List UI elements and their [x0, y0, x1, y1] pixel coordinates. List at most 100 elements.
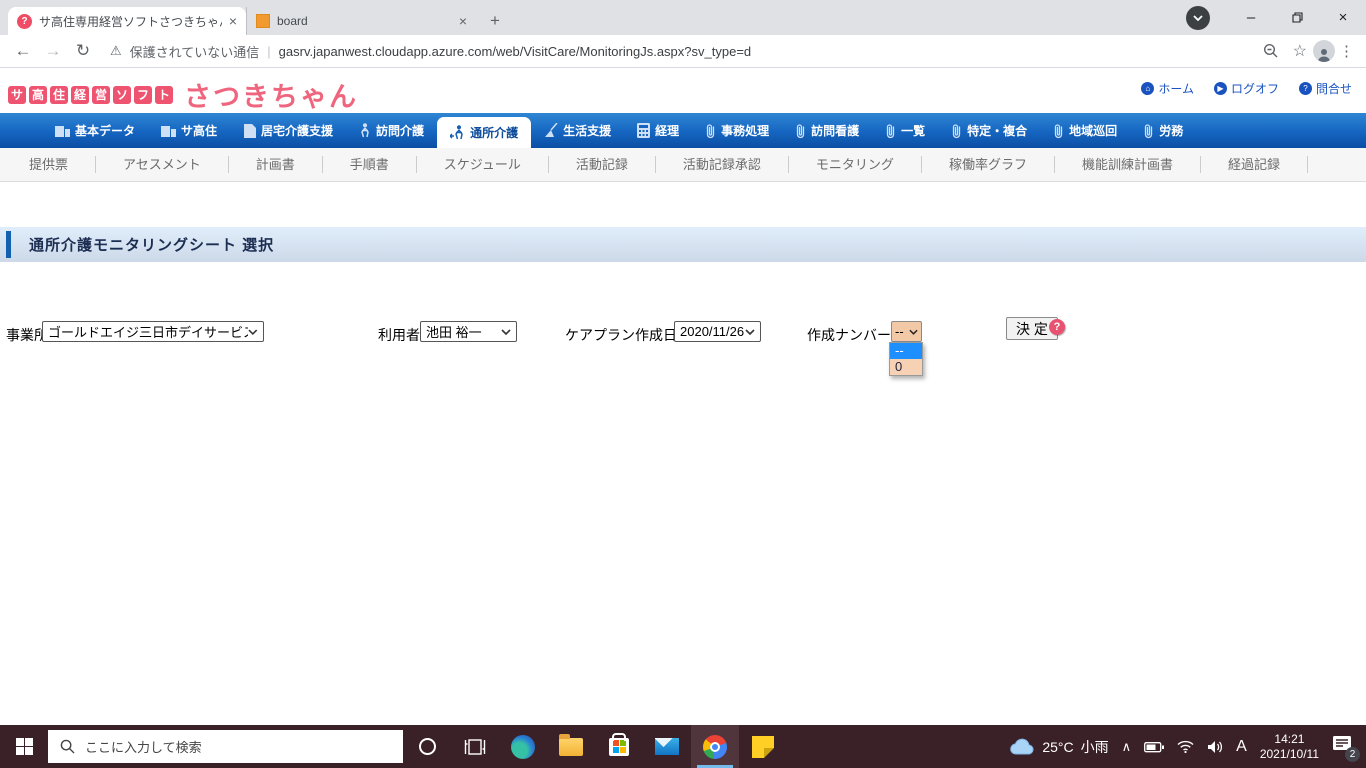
- notification-badge: 2: [1345, 747, 1360, 762]
- minimize-button[interactable]: –: [1228, 0, 1274, 35]
- paperclip-icon: [706, 123, 715, 138]
- subnav-monitoring[interactable]: モニタリング: [789, 156, 922, 173]
- not-secure-icon[interactable]: ⚠: [110, 43, 122, 59]
- inquiry-link[interactable]: ? 問合せ: [1298, 80, 1352, 97]
- subnav-teikyohyo[interactable]: 提供票: [2, 156, 97, 173]
- nav-item-day-care-active[interactable]: 通所介護: [437, 117, 532, 148]
- nav-item-labor[interactable]: 労務: [1130, 113, 1196, 148]
- logoff-link[interactable]: ▶ ログオフ: [1213, 80, 1279, 97]
- nav-item-basic-data[interactable]: 基本データ: [42, 113, 148, 148]
- logo-badge: 高: [29, 85, 47, 104]
- nav-item-accounting[interactable]: 経理: [624, 113, 692, 148]
- browser-tab-board[interactable]: board ×: [246, 7, 476, 35]
- subnav-katsudokiroku-shonin[interactable]: 活動記録承認: [656, 156, 789, 173]
- logo-text: さつきちゃん: [184, 82, 358, 112]
- main-navigation: 基本データ サ高住 居宅介護支援 訪問介護 通所介護 生活支援 経理 事務処理 …: [0, 113, 1366, 148]
- dropdown-option-dash[interactable]: --: [890, 343, 922, 359]
- volume-icon[interactable]: [1207, 740, 1223, 754]
- media-controls-button[interactable]: [1186, 5, 1210, 30]
- chevron-down-icon: [1193, 14, 1203, 21]
- reload-button[interactable]: ↻: [68, 41, 98, 61]
- number-select[interactable]: --: [891, 321, 922, 342]
- sticky-notes-button[interactable]: [739, 725, 787, 768]
- search-icon: [60, 739, 75, 754]
- tab-close-icon[interactable]: ×: [229, 13, 237, 29]
- taskbar-clock[interactable]: 14:21 2021/10/11: [1260, 732, 1319, 762]
- tab-close-icon[interactable]: ×: [459, 13, 467, 29]
- weather-widget[interactable]: 25°C 小雨: [1009, 737, 1109, 757]
- browser-tab-active[interactable]: ? サ高住専用経営ソフトさつきちゃん ×: [8, 7, 246, 35]
- url-text[interactable]: gasrv.japanwest.cloudapp.azure.com/web/V…: [279, 44, 751, 59]
- close-window-button[interactable]: ×: [1320, 0, 1366, 35]
- profile-avatar[interactable]: [1313, 40, 1335, 62]
- nav-item-specified-composite[interactable]: 特定・複合: [938, 113, 1040, 148]
- nav-item-life-support[interactable]: 生活支援: [531, 113, 624, 148]
- address-bar[interactable]: ⚠ 保護されていない通信 | gasrv.japanwest.cloudapp.…: [98, 41, 1313, 61]
- taskbar-search-input[interactable]: ここに入力して検索: [48, 730, 403, 763]
- subnav-keikakusho[interactable]: 計画書: [229, 156, 323, 173]
- chrome-icon: [703, 734, 727, 759]
- help-icon[interactable]: ?: [1049, 319, 1065, 335]
- nav-item-regional-patrol[interactable]: 地域巡回: [1040, 113, 1130, 148]
- subnav-katsudokiroku[interactable]: 活動記録: [549, 156, 656, 173]
- system-tray: 25°C 小雨 ∧ A 14:21 2021/10/11 2: [1009, 732, 1366, 762]
- zoom-out-icon[interactable]: [1263, 43, 1279, 59]
- cortana-button[interactable]: [403, 725, 451, 768]
- sub-navigation: 提供票 アセスメント 計画書 手順書 スケジュール 活動記録 活動記録承認 モニ…: [0, 148, 1366, 182]
- nav-item-sakoju[interactable]: サ高住: [148, 113, 230, 148]
- user-select[interactable]: 池田 裕一: [420, 321, 517, 342]
- file-explorer-button[interactable]: [547, 725, 595, 768]
- paperclip-icon: [886, 123, 895, 138]
- subnav-schedule[interactable]: スケジュール: [417, 156, 549, 173]
- bookmark-star-icon[interactable]: ☆: [1293, 41, 1307, 61]
- search-placeholder: ここに入力して検索: [85, 740, 202, 755]
- subnav-kadoritsu-graph[interactable]: 稼働率グラフ: [922, 156, 1055, 173]
- nav-item-visiting-care[interactable]: 訪問介護: [346, 113, 437, 148]
- logo-badge: 住: [50, 85, 68, 104]
- notification-center-button[interactable]: 2: [1332, 735, 1360, 762]
- show-hidden-icons-chevron[interactable]: ∧: [1122, 739, 1132, 755]
- microsoft-store-button[interactable]: [595, 725, 643, 768]
- browser-toolbar: ← → ↻ ⚠ 保護されていない通信 | gasrv.japanwest.clo…: [0, 35, 1366, 68]
- ime-indicator[interactable]: A: [1236, 738, 1247, 756]
- start-button[interactable]: [0, 725, 48, 768]
- nav-item-list[interactable]: 一覧: [872, 113, 938, 148]
- wifi-icon[interactable]: [1177, 740, 1194, 753]
- office-select[interactable]: ゴールドエイジ三日市デイサービス: [42, 321, 264, 342]
- folder-icon: [559, 733, 583, 756]
- window-controls: – ×: [1186, 0, 1366, 35]
- calculator-icon: [637, 123, 651, 138]
- mail-button[interactable]: [643, 725, 691, 768]
- chevron-down-icon: [909, 329, 918, 335]
- battery-icon[interactable]: [1144, 741, 1165, 753]
- dropdown-option-zero[interactable]: 0: [890, 359, 922, 375]
- security-warning-text: 保護されていない通信: [129, 44, 260, 60]
- browser-menu-icon[interactable]: ⋮: [1335, 42, 1358, 60]
- new-tab-button[interactable]: +: [476, 7, 514, 35]
- inquiry-link-label: 問合せ: [1315, 82, 1352, 96]
- subnav-kinokunren-keikakusho[interactable]: 機能訓練計画書: [1055, 156, 1201, 173]
- subnav-keikakiroku[interactable]: 経過記録: [1201, 156, 1308, 173]
- careplan-date-select[interactable]: 2020/11/26: [674, 321, 761, 342]
- paperclip-icon: [953, 123, 961, 138]
- home-link[interactable]: ⌂ ホーム: [1141, 80, 1194, 97]
- subnav-assessment[interactable]: アセスメント: [96, 156, 229, 173]
- logo-badge: ト: [155, 85, 173, 104]
- forward-button[interactable]: →: [38, 41, 68, 61]
- nav-item-office-work[interactable]: 事務処理: [692, 113, 782, 148]
- chrome-button[interactable]: [691, 725, 739, 768]
- task-view-button[interactable]: [451, 725, 499, 768]
- browser-titlebar: ? サ高住専用経営ソフトさつきちゃん × board × + – ×: [0, 0, 1366, 35]
- nav-item-home-care-support[interactable]: 居宅介護支援: [230, 113, 346, 148]
- broom-icon: [545, 123, 558, 137]
- building-icon: [161, 126, 177, 137]
- edge-button[interactable]: [499, 725, 547, 768]
- restore-button[interactable]: [1274, 0, 1320, 35]
- paperclip-icon: [1055, 123, 1063, 138]
- cloud-icon: [1010, 738, 1034, 755]
- nav-item-visiting-nursing[interactable]: 訪問看護: [782, 113, 872, 148]
- number-label: 作成ナンバー: [807, 327, 891, 343]
- paperclip-icon: [796, 123, 805, 138]
- back-button[interactable]: ←: [8, 41, 38, 61]
- subnav-tejunsho[interactable]: 手順書: [323, 156, 417, 173]
